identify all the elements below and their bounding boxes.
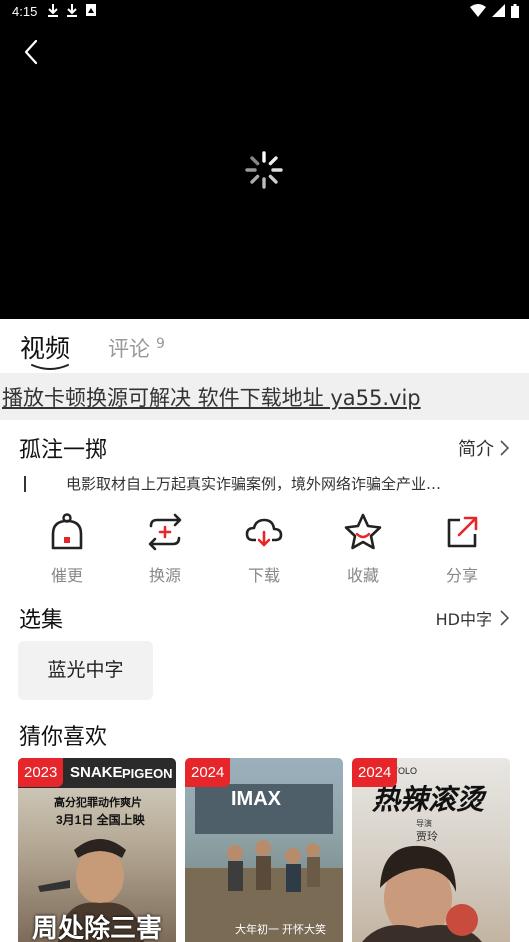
image-notification-icon [86,4,96,16]
chevron-right-icon [500,610,509,626]
star-icon [344,513,382,550]
year-badge: 2024 [185,758,231,787]
download-icon [67,4,77,17]
poster-title: 周处除三害 [32,913,163,942]
download-icon [48,4,58,17]
notice-banner: 播放卡顿换源可解决 软件下载地址 ya55.vip [0,373,529,420]
remind-update-button[interactable]: 催更 [32,512,102,586]
signal-icon [492,4,505,17]
year-badge: 2023 [18,758,64,787]
action-label: 换源 [148,566,181,585]
wifi-icon [470,4,486,17]
status-right-icons [470,4,519,18]
tab-comments[interactable]: 评论 [108,333,150,363]
action-bar: 催更 换源 下载 收藏 分享 [0,512,529,592]
status-left-icons [47,3,97,17]
poster-title-en-2: PIGEON [122,766,173,781]
video-description[interactable]: 电影取材自上万起真实诈骗案例，境外网络诈骗全产业… [66,473,506,494]
status-bar: 4:15 [0,0,529,24]
tab-video[interactable]: 视频 [20,329,70,365]
status-time: 4:15 [12,4,38,19]
poster-title-en-1: SNAKE [70,764,123,781]
share-icon [447,516,478,548]
recommend-card[interactable]: SNAKE PIGEON 高分犯罪动作爽片 3月1日 全国上映 周处除三害 20… [18,758,176,942]
bell-icon [51,513,83,550]
poster-tagline: 大年初一 开怀大笑 [235,924,327,936]
tab-active-indicator [31,364,69,370]
comment-count: 9 [156,336,165,352]
battery-icon [511,4,519,18]
poster-imax: IMAX [231,788,281,810]
switch-source-icon [148,513,182,551]
poster-director: 贾玲 [416,831,438,843]
video-player[interactable]: 4:15 [0,0,529,319]
notice-link[interactable]: 播放卡顿换源可解决 软件下载地址 ya55.vip [2,382,421,412]
action-label: 下载 [247,566,280,585]
cloud-download-icon [245,518,283,547]
chevron-right-icon [500,440,509,456]
episodes-quality-button[interactable]: HD中字 [436,606,509,630]
action-label: 收藏 [346,566,379,585]
switch-source-button[interactable]: 换源 [130,512,200,586]
poster-tagline: 高分犯罪动作爽片 [54,797,142,809]
poster-release: 3月1日 全国上映 [56,813,145,827]
intro-button[interactable]: 简介 [458,435,509,461]
back-arrow-icon[interactable] [18,38,46,66]
quality-label: HD中字 [435,610,492,629]
episode-chip[interactable]: 蓝光中字 [18,641,153,700]
action-label: 催更 [50,566,83,585]
year-badge: 2024 [352,758,398,787]
description-marker [24,476,26,492]
download-button[interactable]: 下载 [229,512,299,586]
loading-spinner-icon [245,151,283,189]
favorite-button[interactable]: 收藏 [328,512,398,586]
video-title: 孤注一掷 [19,438,108,463]
recommend-card[interactable]: IMAX 大年初一 开怀大笑 2024 [185,758,343,942]
detail-tabs: 视频 评论 9 [0,319,529,373]
intro-label: 简介 [458,439,494,460]
recommend-card[interactable]: YOLO 热辣滚烫 导演 贾玲 2024 [352,758,510,942]
recommend-heading: 猜你喜欢 [19,725,108,750]
episodes-heading: 选集 [19,608,64,633]
action-label: 分享 [445,566,478,585]
share-button[interactable]: 分享 [427,512,497,586]
